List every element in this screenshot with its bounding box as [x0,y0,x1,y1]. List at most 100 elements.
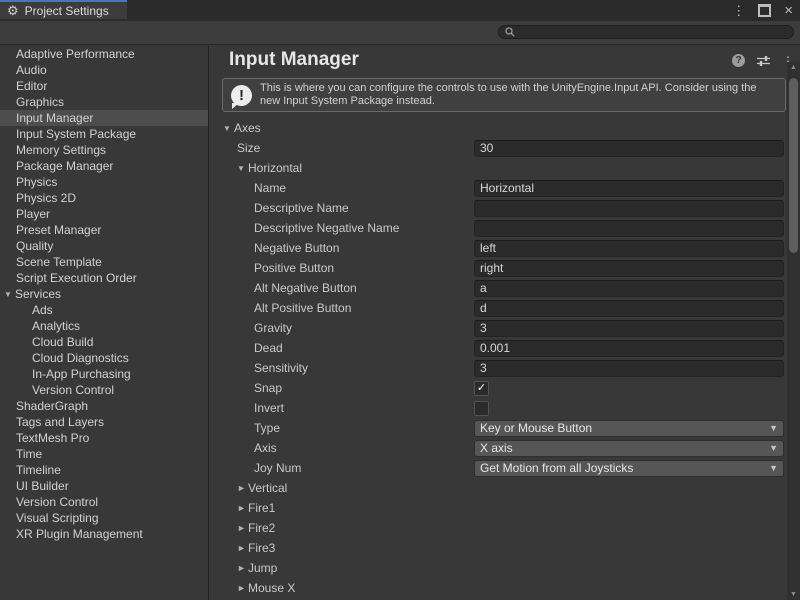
sidebar-item-audio[interactable]: Audio [0,62,208,78]
property-label: Vertical [248,481,287,495]
sidebar-item-label: Player [16,207,50,221]
text-field-descriptive-negative-name[interactable] [474,220,784,237]
header-icons: ? ⋮ [732,54,794,67]
sidebar-item-label: Time [16,447,42,461]
sidebar-item-label: Services [15,287,61,301]
property-value: 3 [474,320,784,337]
sidebar-item-editor[interactable]: Editor [0,78,208,94]
property-label: Fire1 [248,501,275,515]
sidebar-item-player[interactable]: Player [0,206,208,222]
text-field-size[interactable]: 30 [474,140,784,157]
text-field-gravity[interactable]: 3 [474,320,784,337]
tab-project-settings[interactable]: ⚙ Project Settings [0,0,127,19]
presets-icon[interactable] [756,55,771,67]
sidebar-item-label: In-App Purchasing [32,367,131,381]
sidebar-item-package-manager[interactable]: Package Manager [0,158,208,174]
sidebar-item-quality[interactable]: Quality [0,238,208,254]
text-field-positive-button[interactable]: right [474,260,784,277]
sidebar-item-visual-scripting[interactable]: Visual Scripting [0,510,208,526]
property-row-alt-negative-button: Alt Negative Buttona [210,278,787,298]
toolbar [0,21,800,45]
sidebar-item-memory-settings[interactable]: Memory Settings [0,142,208,158]
sidebar-item-preset-manager[interactable]: Preset Manager [0,222,208,238]
property-label: Descriptive Name [254,201,349,215]
property-row-alt-positive-button: Alt Positive Buttond [210,298,787,318]
sidebar-item-cloud-diagnostics[interactable]: Cloud Diagnostics [0,350,208,366]
foldout-closed-icon[interactable]: ► [237,483,248,493]
property-value: ✓ [474,381,784,396]
search-box[interactable] [498,25,794,39]
sidebar-item-physics-2d[interactable]: Physics 2D [0,190,208,206]
property-row-gravity: Gravity3 [210,318,787,338]
search-icon [505,27,515,37]
sidebar-item-label: Ads [32,303,53,317]
sidebar-item-time[interactable]: Time [0,446,208,462]
property-value: right [474,260,784,277]
sidebar-item-cloud-build[interactable]: Cloud Build [0,334,208,350]
input-manager-panel: Input Manager ? ⋮ ! This is where you ca… [210,45,800,600]
project-settings-window: ⚙ Project Settings ⋮ × Adaptive Performa… [0,0,800,600]
vertical-scrollbar[interactable]: ▲ ▼ [787,62,800,600]
sidebar-item-ui-builder[interactable]: UI Builder [0,478,208,494]
property-label: Dead [254,341,283,355]
sidebar-item-label: Script Execution Order [16,271,137,285]
checkbox-invert[interactable] [474,401,489,416]
foldout-closed-icon[interactable]: ► [237,563,248,573]
sidebar-item-graphics[interactable]: Graphics [0,94,208,110]
scrollbar-thumb[interactable] [789,78,798,253]
sidebar-item-analytics[interactable]: Analytics [0,318,208,334]
text-field-alt-positive-button[interactable]: d [474,300,784,317]
sidebar-item-label: XR Plugin Management [16,527,143,541]
sidebar-item-version-control[interactable]: Version Control [0,494,208,510]
dropdown-joy-num[interactable]: Get Motion from all Joysticks▼ [474,460,784,477]
sidebar-item-tags-and-layers[interactable]: Tags and Layers [0,414,208,430]
sidebar-item-services[interactable]: ▼Services [0,286,208,302]
sidebar-item-adaptive-performance[interactable]: Adaptive Performance [0,46,208,62]
search-input[interactable] [519,25,783,39]
property-value: left [474,240,784,257]
close-icon[interactable]: × [784,3,793,18]
property-value [474,200,784,217]
sidebar-item-scene-template[interactable]: Scene Template [0,254,208,270]
foldout-closed-icon[interactable]: ► [237,583,248,593]
text-field-alt-negative-button[interactable]: a [474,280,784,297]
sidebar-item-script-execution-order[interactable]: Script Execution Order [0,270,208,286]
text-field-dead[interactable]: 0.001 [474,340,784,357]
sidebar-item-textmesh-pro[interactable]: TextMesh Pro [0,430,208,446]
sidebar-item-label: TextMesh Pro [16,431,89,445]
scroll-up-icon[interactable]: ▲ [787,64,800,71]
sidebar-item-input-manager[interactable]: Input Manager [0,110,208,126]
maximize-icon[interactable] [758,4,771,17]
property-value: Horizontal [474,180,784,197]
foldout-closed-icon[interactable]: ► [237,523,248,533]
sidebar-item-label: Input Manager [16,111,93,125]
foldout-open-icon[interactable]: ▼ [223,124,234,133]
sidebar-item-version-control[interactable]: Version Control [0,382,208,398]
foldout-closed-icon[interactable]: ► [237,503,248,513]
sidebar-item-ads[interactable]: Ads [0,302,208,318]
sidebar-item-xr-plugin-management[interactable]: XR Plugin Management [0,526,208,542]
dropdown-axis[interactable]: X axis▼ [474,440,784,457]
foldout-open-icon[interactable]: ▼ [1,290,15,299]
help-icon[interactable]: ? [732,54,745,67]
window-tab-bar: ⚙ Project Settings ⋮ × [0,0,800,21]
sidebar-item-in-app-purchasing[interactable]: In-App Purchasing [0,366,208,382]
text-field-negative-button[interactable]: left [474,240,784,257]
property-row-axis: AxisX axis▼ [210,438,787,458]
dropdown-type[interactable]: Key or Mouse Button▼ [474,420,784,437]
checkbox-snap[interactable]: ✓ [474,381,489,396]
property-label: Type [254,421,280,435]
text-field-name[interactable]: Horizontal [474,180,784,197]
sidebar-item-label: Package Manager [16,159,113,173]
sidebar-item-physics[interactable]: Physics [0,174,208,190]
scroll-down-icon[interactable]: ▼ [787,591,800,598]
text-field-sensitivity[interactable]: 3 [474,360,784,377]
sidebar-item-timeline[interactable]: Timeline [0,462,208,478]
window-controls: ⋮ × [732,0,793,21]
sidebar-item-shadergraph[interactable]: ShaderGraph [0,398,208,414]
foldout-closed-icon[interactable]: ► [237,543,248,553]
text-field-descriptive-name[interactable] [474,200,784,217]
window-menu-icon[interactable]: ⋮ [732,4,745,17]
foldout-open-icon[interactable]: ▼ [237,164,248,173]
sidebar-item-input-system-package[interactable]: Input System Package [0,126,208,142]
